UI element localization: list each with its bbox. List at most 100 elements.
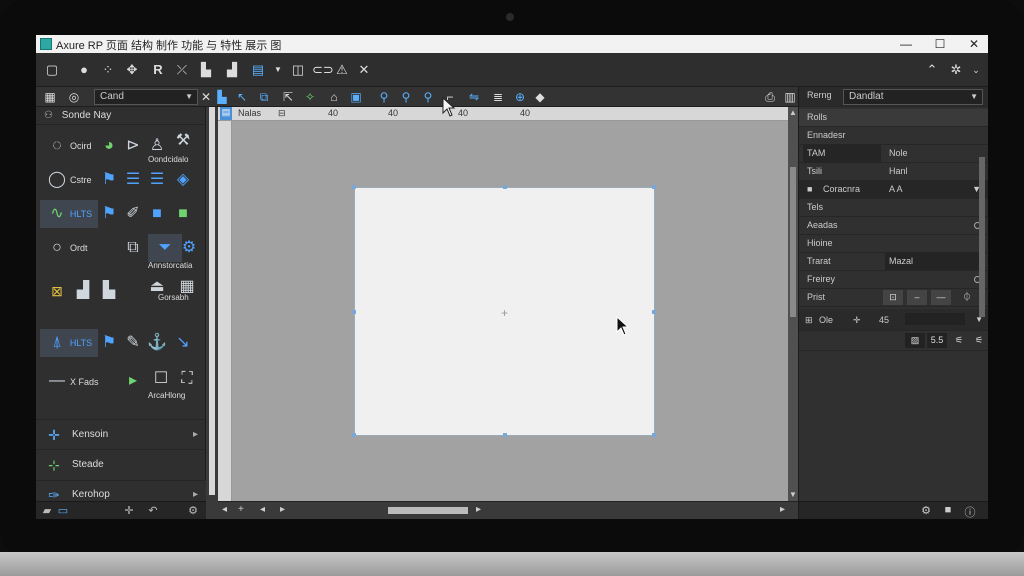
copy-icon[interactable]: ⧉ bbox=[256, 89, 272, 105]
resize-handle[interactable] bbox=[352, 433, 356, 437]
page-dropdown[interactable]: Cand ▼ bbox=[94, 89, 198, 105]
move-icon[interactable]: ✥ bbox=[124, 62, 140, 78]
grid-toggle-icon[interactable]: ⊞ bbox=[805, 309, 813, 331]
stroke-icon[interactable]: ⚟ bbox=[949, 333, 969, 348]
property-value[interactable]: Nole bbox=[885, 145, 985, 162]
select-icon[interactable]: ▢ bbox=[44, 62, 60, 78]
section-steade[interactable]: ⊹ Steade bbox=[36, 449, 206, 479]
resize-handle[interactable] bbox=[503, 433, 507, 437]
close-icon[interactable]: ✕ bbox=[198, 89, 214, 105]
pointer-icon[interactable]: ↖ bbox=[234, 89, 250, 105]
scroll-down-icon[interactable]: ▼ bbox=[789, 490, 797, 499]
canvas-vertical-scrollbar[interactable]: ▲ ▼ bbox=[788, 107, 798, 501]
list-icon[interactable]: ≣ bbox=[490, 89, 506, 105]
cross-icon[interactable]: ✕ bbox=[356, 62, 372, 78]
stop-icon[interactable]: ■ bbox=[941, 504, 955, 518]
resize-handle[interactable] bbox=[503, 185, 507, 189]
scroll-up-icon[interactable]: ▲ bbox=[789, 108, 797, 117]
arc-widget-icon[interactable]: ◯ bbox=[40, 166, 74, 194]
line-widget-icon[interactable]: — bbox=[40, 367, 74, 395]
page-icon[interactable]: ▟ bbox=[224, 62, 240, 78]
crop-widget-icon[interactable]: ⛶ bbox=[170, 365, 204, 393]
add-page-icon[interactable]: + bbox=[238, 504, 244, 515]
layers-icon[interactable]: ▙ bbox=[198, 62, 214, 78]
minus-icon[interactable]: – bbox=[907, 290, 927, 305]
diamond-icon[interactable]: ◆ bbox=[532, 89, 548, 105]
image-icon[interactable]: ▣ bbox=[348, 89, 364, 105]
circle-icon[interactable]: ● bbox=[76, 62, 92, 78]
position-input[interactable] bbox=[905, 313, 965, 325]
scroll-right-icon[interactable]: ▸ bbox=[476, 504, 481, 515]
link-icon[interactable]: ⊂⊃ bbox=[312, 62, 334, 78]
property-row[interactable]: Tels bbox=[799, 199, 988, 217]
property-value[interactable]: Hanl bbox=[885, 163, 985, 180]
text-r-icon[interactable]: R bbox=[150, 62, 166, 78]
lock-icon[interactable]: ⌂ bbox=[326, 89, 342, 105]
inspector-tab[interactable]: Rerng bbox=[807, 87, 832, 104]
property-row[interactable]: TAM Nole bbox=[799, 145, 988, 163]
property-row[interactable]: Aeadas bbox=[799, 217, 988, 235]
chevron-up-icon[interactable]: ⌃ bbox=[924, 62, 940, 78]
resize-handle[interactable] bbox=[352, 185, 356, 189]
warning-icon[interactable]: ⚠ bbox=[334, 62, 350, 78]
gear-icon[interactable]: ⚙ bbox=[919, 504, 933, 518]
tag-widget-icon[interactable]: ◈ bbox=[166, 166, 200, 194]
zoom-out-icon[interactable]: ⚲ bbox=[420, 89, 436, 105]
panel-icon[interactable]: ▥ bbox=[782, 89, 798, 105]
property-row[interactable]: Hioine bbox=[799, 235, 988, 253]
insert-icon[interactable]: ▤ bbox=[250, 62, 266, 78]
shape-blue-icon[interactable]: ▙ bbox=[214, 89, 230, 105]
chevron-down-icon[interactable]: ⌄ bbox=[968, 62, 984, 78]
target-icon[interactable]: ⊕ bbox=[512, 89, 528, 105]
settings-icon[interactable]: ⚙ bbox=[186, 504, 200, 518]
scroll-left-icon[interactable]: ◂ bbox=[222, 504, 227, 515]
resize-handle[interactable] bbox=[652, 310, 656, 314]
style-dropdown[interactable]: Dandlat ▼ bbox=[843, 89, 983, 105]
dash-icon[interactable]: — bbox=[931, 290, 951, 305]
section-kensoin[interactable]: ✛ Kensoin ▸ bbox=[36, 419, 206, 449]
preview-icon[interactable]: ◫ bbox=[290, 62, 306, 78]
gear-widget-icon[interactable]: ⚙ bbox=[172, 234, 206, 262]
design-canvas[interactable]: + bbox=[232, 121, 788, 501]
add-icon[interactable]: ✛ bbox=[122, 504, 136, 518]
property-value[interactable]: 45 bbox=[879, 309, 889, 331]
style-value[interactable]: 5.5 bbox=[927, 333, 947, 348]
minimize-button[interactable]: — bbox=[894, 36, 918, 52]
pages-icon[interactable]: ▦ bbox=[42, 89, 58, 105]
tools-widget-icon[interactable]: ⚒ bbox=[166, 127, 200, 155]
square-green-widget-icon[interactable]: ■ bbox=[166, 200, 200, 228]
scroll-end-icon[interactable]: ▸ bbox=[780, 504, 785, 515]
export-icon[interactable]: ⇱ bbox=[280, 89, 296, 105]
property-row[interactable]: Trarat Mazal bbox=[799, 253, 988, 271]
zoom-in-icon[interactable]: ⚲ bbox=[398, 89, 414, 105]
insert-dropdown-icon[interactable]: ▼ bbox=[270, 62, 286, 78]
scrollbar-thumb[interactable] bbox=[790, 167, 796, 317]
page-nav-next-icon[interactable]: ▸ bbox=[280, 504, 285, 515]
property-value[interactable]: A A bbox=[885, 181, 985, 198]
property-row[interactable]: Tsili Hanl bbox=[799, 163, 988, 181]
canvas-horizontal-scrollbar[interactable]: ◂ + ◂ ▸ ▸ ▸ bbox=[218, 501, 798, 519]
wand-icon[interactable]: ⚲ bbox=[376, 89, 392, 105]
connector-icon[interactable]: ⤫ bbox=[174, 62, 190, 78]
page-nav-icon[interactable]: ◂ bbox=[260, 504, 265, 515]
effects-icon[interactable]: ⚟ bbox=[969, 333, 988, 348]
layout2-widget-icon[interactable]: ▙ bbox=[92, 277, 126, 305]
circle2-widget-icon[interactable]: ○ bbox=[40, 234, 74, 262]
info-icon[interactable]: ⓘ bbox=[963, 504, 977, 519]
resize-handle[interactable] bbox=[652, 433, 656, 437]
property-value[interactable]: Mazal bbox=[885, 253, 985, 270]
settings-icon[interactable]: ✲ bbox=[948, 62, 964, 78]
flow-icon[interactable]: ⇋ bbox=[466, 89, 482, 105]
scrollbar-thumb[interactable] bbox=[388, 507, 468, 514]
view-icon[interactable]: ◎ bbox=[66, 89, 82, 105]
maximize-button[interactable]: ☐ bbox=[928, 36, 952, 52]
close-button[interactable]: ✕ bbox=[962, 36, 986, 52]
position-row[interactable]: ⊞ Ole ✛ 45 ▼ bbox=[799, 309, 988, 331]
undo-icon[interactable]: ↶ bbox=[146, 504, 160, 518]
fill-icon[interactable]: ▨ bbox=[905, 333, 925, 348]
circle-widget-icon[interactable]: ◌ bbox=[40, 132, 74, 160]
grid-icon[interactable]: ⁘ bbox=[100, 62, 116, 78]
print-icon[interactable]: ⎙ bbox=[762, 89, 778, 105]
link-toggle-icon[interactable]: ⏀ bbox=[957, 290, 977, 305]
resize-handle[interactable] bbox=[352, 310, 356, 314]
